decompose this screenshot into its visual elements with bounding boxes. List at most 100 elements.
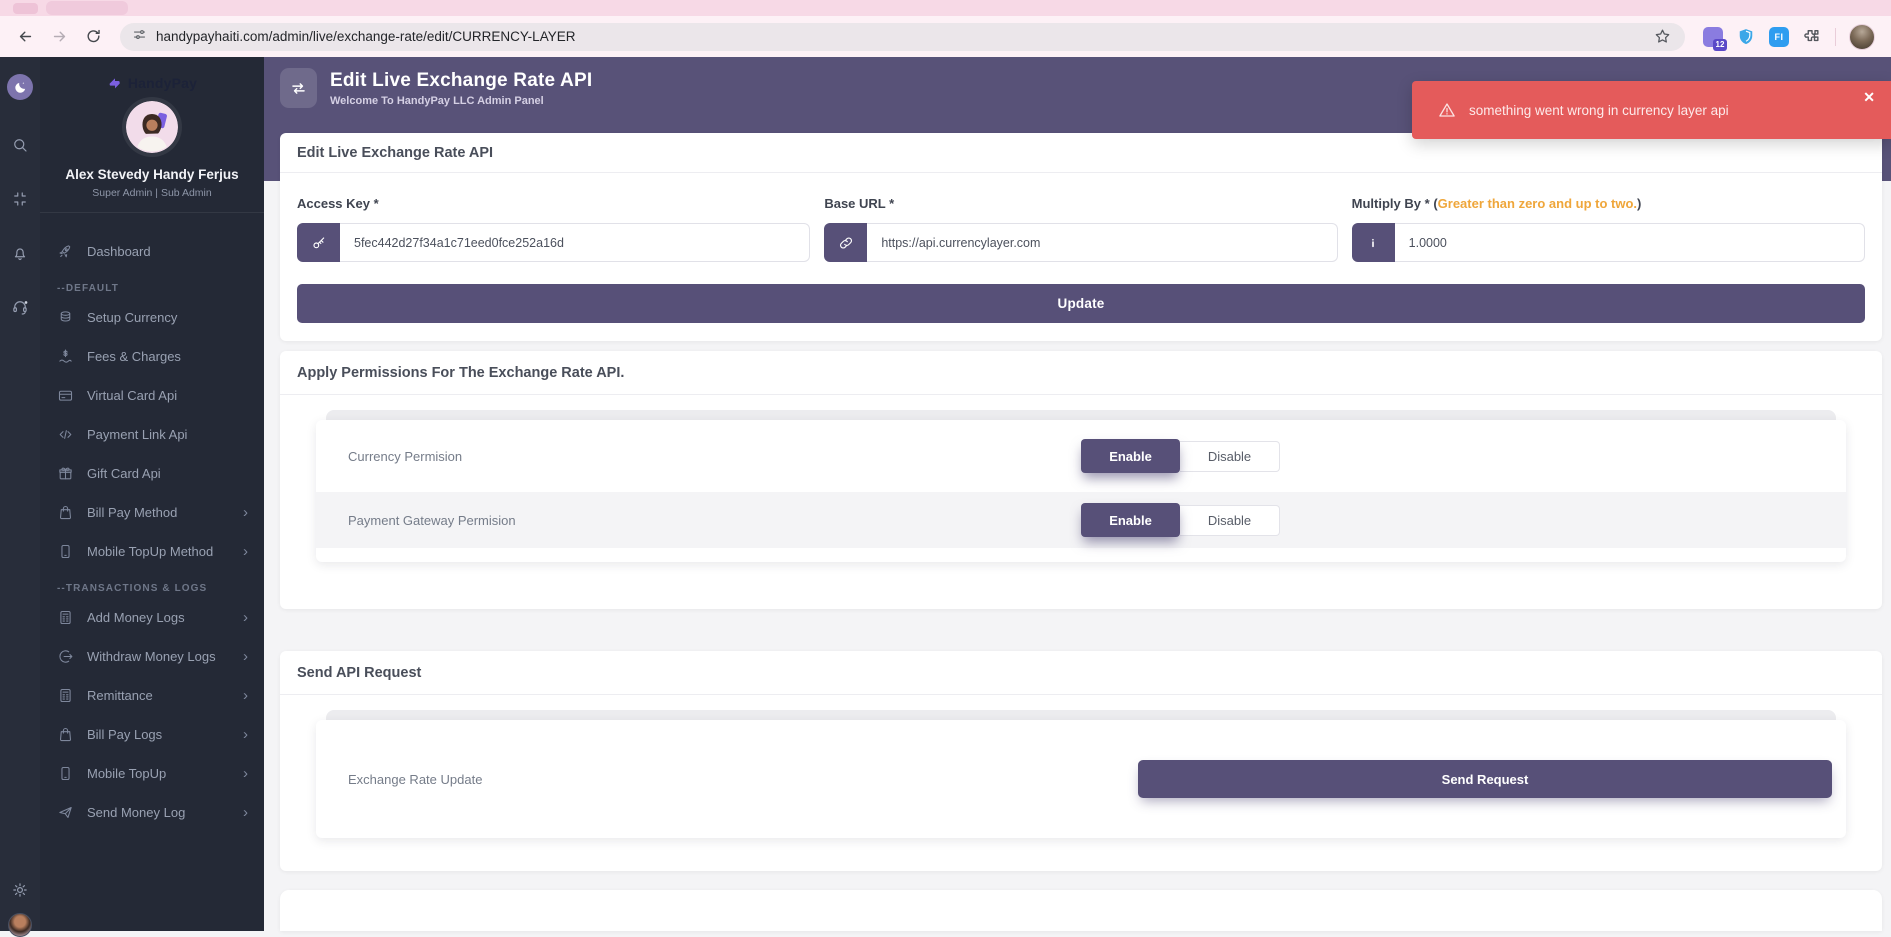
back-button[interactable] <box>10 22 40 52</box>
sidebar-item-dashboard[interactable]: Dashboard <box>40 232 264 271</box>
sidebar-item-mobile-topup-method[interactable]: Mobile TopUp Method › <box>40 532 264 571</box>
sidebar-item-label: Bill Pay Method <box>87 505 177 520</box>
sidebar-item-label: Add Money Logs <box>87 610 185 625</box>
shield-extension-icon[interactable] <box>1736 27 1756 47</box>
puzzle-extensions-icon[interactable] <box>1802 27 1822 47</box>
sidebar-item-remittance[interactable]: Remittance› <box>40 676 264 715</box>
calc-icon <box>57 609 74 626</box>
withdraw-icon <box>57 648 74 665</box>
sidebar-item-label: Setup Currency <box>87 310 177 325</box>
permission-row-currency-permision: Currency Permision EnableDisable <box>316 420 1846 492</box>
enable-button[interactable]: Enable <box>1081 439 1180 473</box>
site-settings-icon[interactable] <box>132 27 147 47</box>
sidebar-item-withdraw-money-logs[interactable]: Withdraw Money Logs› <box>40 637 264 676</box>
handypay-logo-icon <box>107 75 123 91</box>
sidebar-item-payment-link-api[interactable]: Payment Link Api <box>40 415 264 454</box>
reload-button[interactable] <box>78 22 108 52</box>
reload-icon <box>85 28 102 45</box>
sidebar-item-label: Fees & Charges <box>87 349 181 364</box>
browser-profile-avatar[interactable] <box>1849 24 1875 50</box>
icon-rail <box>0 57 40 931</box>
sidebar-item-virtual-card-api[interactable]: Virtual Card Api <box>40 376 264 415</box>
sidebar-item-gift-card-api[interactable]: Gift Card Api <box>40 454 264 493</box>
chevron-right-icon: › <box>243 727 248 742</box>
permission-label: Currency Permision <box>348 449 462 464</box>
card-icon <box>57 387 74 404</box>
browser-toolbar: handypayhaiti.com/admin/live/exchange-ra… <box>0 16 1891 57</box>
sidebar-item-bill-pay-logs[interactable]: Bill Pay Logs › <box>40 715 264 754</box>
gift-icon <box>57 465 74 482</box>
fees-icon <box>57 348 74 365</box>
card-title: Edit Live Exchange Rate API <box>280 133 1882 173</box>
send-request-button[interactable]: Send Request <box>1138 760 1832 798</box>
toast-close-icon[interactable]: ✕ <box>1863 90 1875 104</box>
rail-user-avatar[interactable] <box>8 913 32 937</box>
send-icon <box>57 804 74 821</box>
disable-button[interactable]: Disable <box>1180 441 1280 472</box>
url-text[interactable]: handypayhaiti.com/admin/live/exchange-ra… <box>156 29 575 44</box>
base-url-field: Base URL * <box>824 196 1337 262</box>
sidebar-item-label: Bill Pay Logs <box>87 727 162 742</box>
permission-toggle-group: EnableDisable <box>1081 439 1280 473</box>
send-api-request-title: Send API Request <box>280 651 1882 695</box>
permission-row-payment-gateway-permision: Payment Gateway PermisionEnableDisable <box>316 492 1846 548</box>
extensions-area: 12 FI <box>1703 24 1875 50</box>
phone-icon <box>57 765 74 782</box>
permissions-card: Apply Permissions For The Exchange Rate … <box>280 351 1882 609</box>
permissions-title: Apply Permissions For The Exchange Rate … <box>280 351 1882 395</box>
multiply-by-input[interactable] <box>1395 223 1865 262</box>
address-bar[interactable]: handypayhaiti.com/admin/live/exchange-ra… <box>120 23 1685 51</box>
dark-mode-toggle[interactable] <box>7 74 33 100</box>
send-api-request-card: Send API Request Exchange Rate Update Se… <box>280 651 1882 871</box>
app-logo[interactable]: HandyPay <box>40 57 264 91</box>
sidebar-item-label: Mobile TopUp Method <box>87 544 213 559</box>
collapse-icon[interactable] <box>11 190 29 208</box>
page-title: Edit Live Exchange Rate API <box>330 70 592 92</box>
bookmark-star-icon[interactable] <box>1653 27 1673 47</box>
fi-extension-icon[interactable]: FI <box>1769 27 1789 47</box>
chevron-right-icon: › <box>243 688 248 703</box>
sidebar-item-mobile-topup[interactable]: Mobile TopUp› <box>40 754 264 793</box>
rail-bottom <box>8 881 32 931</box>
api-request-label: Exchange Rate Update <box>348 772 482 787</box>
user-name: Alex Stevedy Handy Ferjus <box>40 167 264 182</box>
support-headset-icon[interactable] <box>11 298 29 316</box>
settings-gear-icon[interactable] <box>11 881 29 899</box>
access-key-field: Access Key * <box>297 196 810 262</box>
error-toast: something went wrong in currency layer a… <box>1412 81 1891 139</box>
sidebar-item-add-money-logs[interactable]: Add Money Logs› <box>40 598 264 637</box>
chevron-right-icon: › <box>243 805 248 820</box>
sidebar-item-label: Payment Link Api <box>87 427 187 442</box>
rocket-icon <box>57 243 74 260</box>
chevron-right-icon: › <box>243 544 248 559</box>
logo-text: HandyPay <box>128 75 197 91</box>
base-url-input[interactable] <box>867 223 1337 262</box>
forward-button[interactable] <box>44 22 74 52</box>
sidebar-item-send-money-log[interactable]: Send Money Log› <box>40 793 264 832</box>
browser-tabstrip <box>0 0 1891 16</box>
edit-api-card: Edit Live Exchange Rate API Access Key *… <box>280 133 1882 341</box>
tab-thumb-small[interactable] <box>13 3 38 14</box>
sidebar-item-bill-pay-method[interactable]: Bill Pay Method› <box>40 493 264 532</box>
disable-button[interactable]: Disable <box>1180 505 1280 536</box>
browser-tab[interactable] <box>46 1 128 15</box>
sidebar-item-fees-charges[interactable]: Fees & Charges <box>40 337 264 376</box>
search-icon[interactable] <box>11 136 29 154</box>
page-subtitle: Welcome To HandyPay LLC Admin Panel <box>330 95 592 107</box>
user-avatar[interactable] <box>126 101 178 153</box>
update-button[interactable]: Update <box>297 284 1865 323</box>
coins-icon <box>57 309 74 326</box>
arrow-right-icon <box>51 28 68 45</box>
main-content: Edit Live Exchange Rate API Welcome To H… <box>264 57 1891 931</box>
sidebar-item-setup-currency[interactable]: Setup Currency <box>40 298 264 337</box>
code-icon <box>57 426 74 443</box>
notifications-bell-icon[interactable] <box>11 244 29 262</box>
enable-button[interactable]: Enable <box>1081 503 1180 537</box>
key-icon <box>297 223 340 262</box>
extension-badge: 12 <box>1713 39 1727 51</box>
access-key-input[interactable] <box>340 223 810 262</box>
extension-icon[interactable]: 12 <box>1703 27 1723 47</box>
info-icon <box>1352 223 1395 262</box>
multiply-by-field: Multiply By * (Greater than zero and up … <box>1352 196 1865 262</box>
exchange-arrows-icon <box>280 68 317 108</box>
